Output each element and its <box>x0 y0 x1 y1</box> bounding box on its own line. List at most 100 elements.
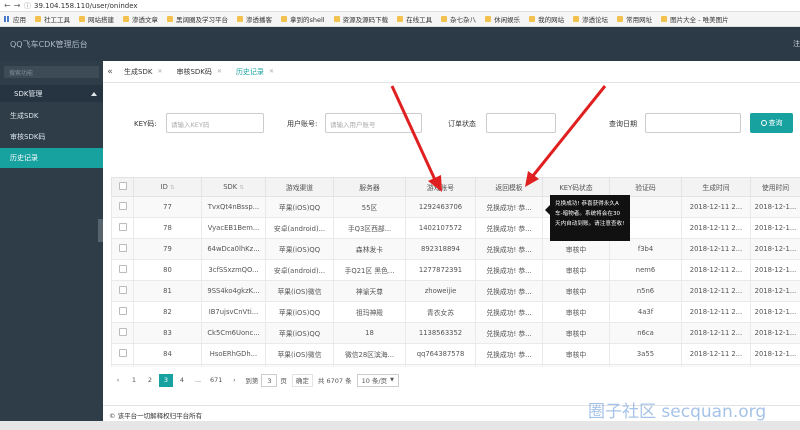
bookmark-item[interactable]: 黑阔圈及学习平台 <box>167 14 228 24</box>
sidebar-item-generate-sdk[interactable]: 生成SDK <box>0 106 103 126</box>
table-row[interactable]: 83 Ck5Cm6Uonc... 苹果(iOS)QQ 18 1138563352 兑换成功… <box>111 322 800 344</box>
page-button[interactable]: 1 <box>127 373 141 387</box>
double-chevron-left-icon[interactable]: « <box>103 67 117 77</box>
page-button-current[interactable]: 3 <box>159 373 173 387</box>
sidebar-search[interactable]: 搜索功能 <box>4 66 99 78</box>
register-link[interactable]: 注 <box>793 39 800 49</box>
checkbox[interactable] <box>118 265 127 273</box>
bookmark-item[interactable]: 渗透文章 <box>123 14 158 24</box>
row-select-cell[interactable] <box>111 259 134 281</box>
row-select-cell[interactable] <box>111 322 134 344</box>
account-input[interactable]: 请输入用户账号 <box>325 113 422 133</box>
row-select-cell[interactable] <box>111 238 134 260</box>
bookmark-item[interactable]: 渗透论坛 <box>573 14 608 24</box>
checkbox[interactable] <box>118 244 127 252</box>
table-cell: 凯旋24区... <box>333 364 406 367</box>
bookmark-apps[interactable]: 应用 <box>4 14 26 24</box>
bookmark-label: 应用 <box>13 16 26 24</box>
page-button[interactable]: 2 <box>143 373 157 387</box>
table-cell: 83 <box>133 322 202 344</box>
folder-icon <box>35 16 41 22</box>
sidebar-item-review-sdk[interactable]: 审核SDK码 <box>0 127 103 147</box>
checkbox[interactable] <box>118 349 127 357</box>
column-header[interactable]: 验证码 <box>609 177 682 197</box>
column-header[interactable]: KEY码状态 <box>542 177 610 197</box>
table-row[interactable]: 81 9SS4ko4gkzK... 苹果(iOS)微信 神谕天尊 zhoweijie 兑换… <box>111 280 800 302</box>
column-header[interactable]: ID ⇅ <box>133 177 202 197</box>
close-icon[interactable]: ✕ <box>269 68 274 75</box>
checkbox[interactable] <box>118 202 127 210</box>
bookmark-item[interactable]: 常用网址 <box>617 14 652 24</box>
sidebar-item-history[interactable]: 历史记录 <box>0 148 103 168</box>
bookmark-label: 网站搭建 <box>88 16 114 24</box>
table-row[interactable]: 80 3cfSSxzmQO... 安卓(android)... 手Q21区 黑色...… <box>111 259 800 281</box>
page-size-select[interactable]: 10 条/页 ▼ <box>356 373 399 387</box>
table-row[interactable]: 78 VyacEB1Bem... 安卓(android)... 手Q3区西部... 14… <box>111 217 800 239</box>
checkbox[interactable] <box>118 307 127 315</box>
table-row[interactable]: 82 IB7ujsvCnVti... 苹果(iOS)QQ 祖玛神殿 青衣女苏 兑换成功! … <box>111 301 800 323</box>
table-cell: 82 <box>133 301 202 323</box>
table-row[interactable]: 77 TvxQt4nBssp... 苹果(iOS)QQ 55区 1292463706 兑换… <box>111 196 800 218</box>
url-text[interactable]: 39.104.158.110/user/onindex <box>34 2 138 10</box>
folder-icon <box>573 16 580 22</box>
checkbox[interactable] <box>118 328 127 336</box>
key-input[interactable]: 请输入KEY码 <box>166 113 264 133</box>
bookmark-item[interactable]: 休闲娱乐 <box>485 14 520 24</box>
date-input[interactable] <box>645 113 741 133</box>
table-cell: 苹果(iOS)QQ <box>265 364 334 367</box>
table-row[interactable]: 85phKQaFAT3...苹果(iOS)QQ凯旋24区...507866363… <box>111 364 800 367</box>
bookmark-item[interactable]: 图片大全 - 唯美图片 <box>661 14 729 24</box>
tab-generate-sdk[interactable]: 生成SDK ✕ <box>117 61 169 83</box>
column-header[interactable]: 游戏账号 <box>405 177 476 197</box>
bookmark-item[interactable]: 杂七杂八 <box>441 14 476 24</box>
checkbox[interactable] <box>118 182 127 190</box>
folder-icon <box>123 16 129 22</box>
tab-history[interactable]: 历史记录 ✕ <box>229 61 281 83</box>
table-row[interactable]: 84 HsoERhGDh... 苹果(iOS)微信 微信28区滨海... qq76438… <box>111 343 800 365</box>
table-cell: phKQaFAT3... <box>201 364 266 367</box>
tab-review-sdk[interactable]: 审核SDK码 ✕ <box>169 61 228 83</box>
bookmark-item[interactable]: 资源及源码下载 <box>333 14 388 24</box>
row-select-cell[interactable] <box>111 301 134 323</box>
bookmark-item[interactable]: 我的网站 <box>529 14 564 24</box>
back-icon[interactable]: ← <box>4 1 11 10</box>
close-icon[interactable]: ✕ <box>217 68 222 75</box>
info-icon[interactable]: ⓘ <box>24 1 31 11</box>
table-cell: n6ca <box>609 322 682 344</box>
bookmark-item[interactable]: 网站搭建 <box>79 14 114 24</box>
folder-icon <box>281 16 287 22</box>
prev-page-button[interactable]: ‹ <box>111 373 125 387</box>
checkbox[interactable] <box>118 286 127 294</box>
column-header[interactable]: 游戏渠道 <box>265 177 334 197</box>
forward-icon[interactable]: → <box>14 1 21 10</box>
next-page-button[interactable]: › <box>227 373 242 387</box>
bookmark-item[interactable]: 在线工具 <box>397 14 432 24</box>
page-button[interactable]: 671 <box>207 373 226 387</box>
page-button[interactable]: 4 <box>175 373 189 387</box>
bookmark-item[interactable]: 社工工具 <box>35 14 70 24</box>
bookmark-item[interactable]: 渗透播客 <box>237 14 272 24</box>
column-header[interactable]: 生成时间 <box>681 177 751 197</box>
query-button[interactable]: 查询 <box>750 113 793 133</box>
column-header[interactable]: 服务器 <box>333 177 406 197</box>
sidebar-collapse-handle[interactable] <box>98 219 103 242</box>
bookmark-item[interactable]: 拿到的shell <box>281 14 325 24</box>
select-all-cell[interactable] <box>111 177 134 197</box>
row-select-cell[interactable] <box>111 343 134 365</box>
column-header[interactable]: 使用时间 <box>750 177 800 197</box>
goto-page-input[interactable]: 3 <box>261 373 278 387</box>
sidebar-group-sdk[interactable]: SDK管理 <box>0 85 103 102</box>
row-select-cell[interactable] <box>111 364 134 367</box>
row-select-cell[interactable] <box>111 280 134 302</box>
close-icon[interactable]: ✕ <box>157 68 162 75</box>
column-header[interactable]: 返回模板 <box>475 177 543 197</box>
goto-confirm-button[interactable]: 确定 <box>291 373 313 387</box>
table-row[interactable]: 79 64wDca0lhKz... 苹果(iOS)QQ 森林发卡 892318894 兑换… <box>111 238 800 260</box>
row-select-cell[interactable] <box>111 196 134 218</box>
table-cell: 苹果(iOS)QQ <box>265 322 334 344</box>
caret-up-icon <box>91 91 97 96</box>
row-select-cell[interactable] <box>111 217 134 239</box>
order-status-select[interactable] <box>486 113 556 133</box>
checkbox[interactable] <box>118 223 127 231</box>
column-header[interactable]: SDK ⇅ <box>201 177 266 197</box>
